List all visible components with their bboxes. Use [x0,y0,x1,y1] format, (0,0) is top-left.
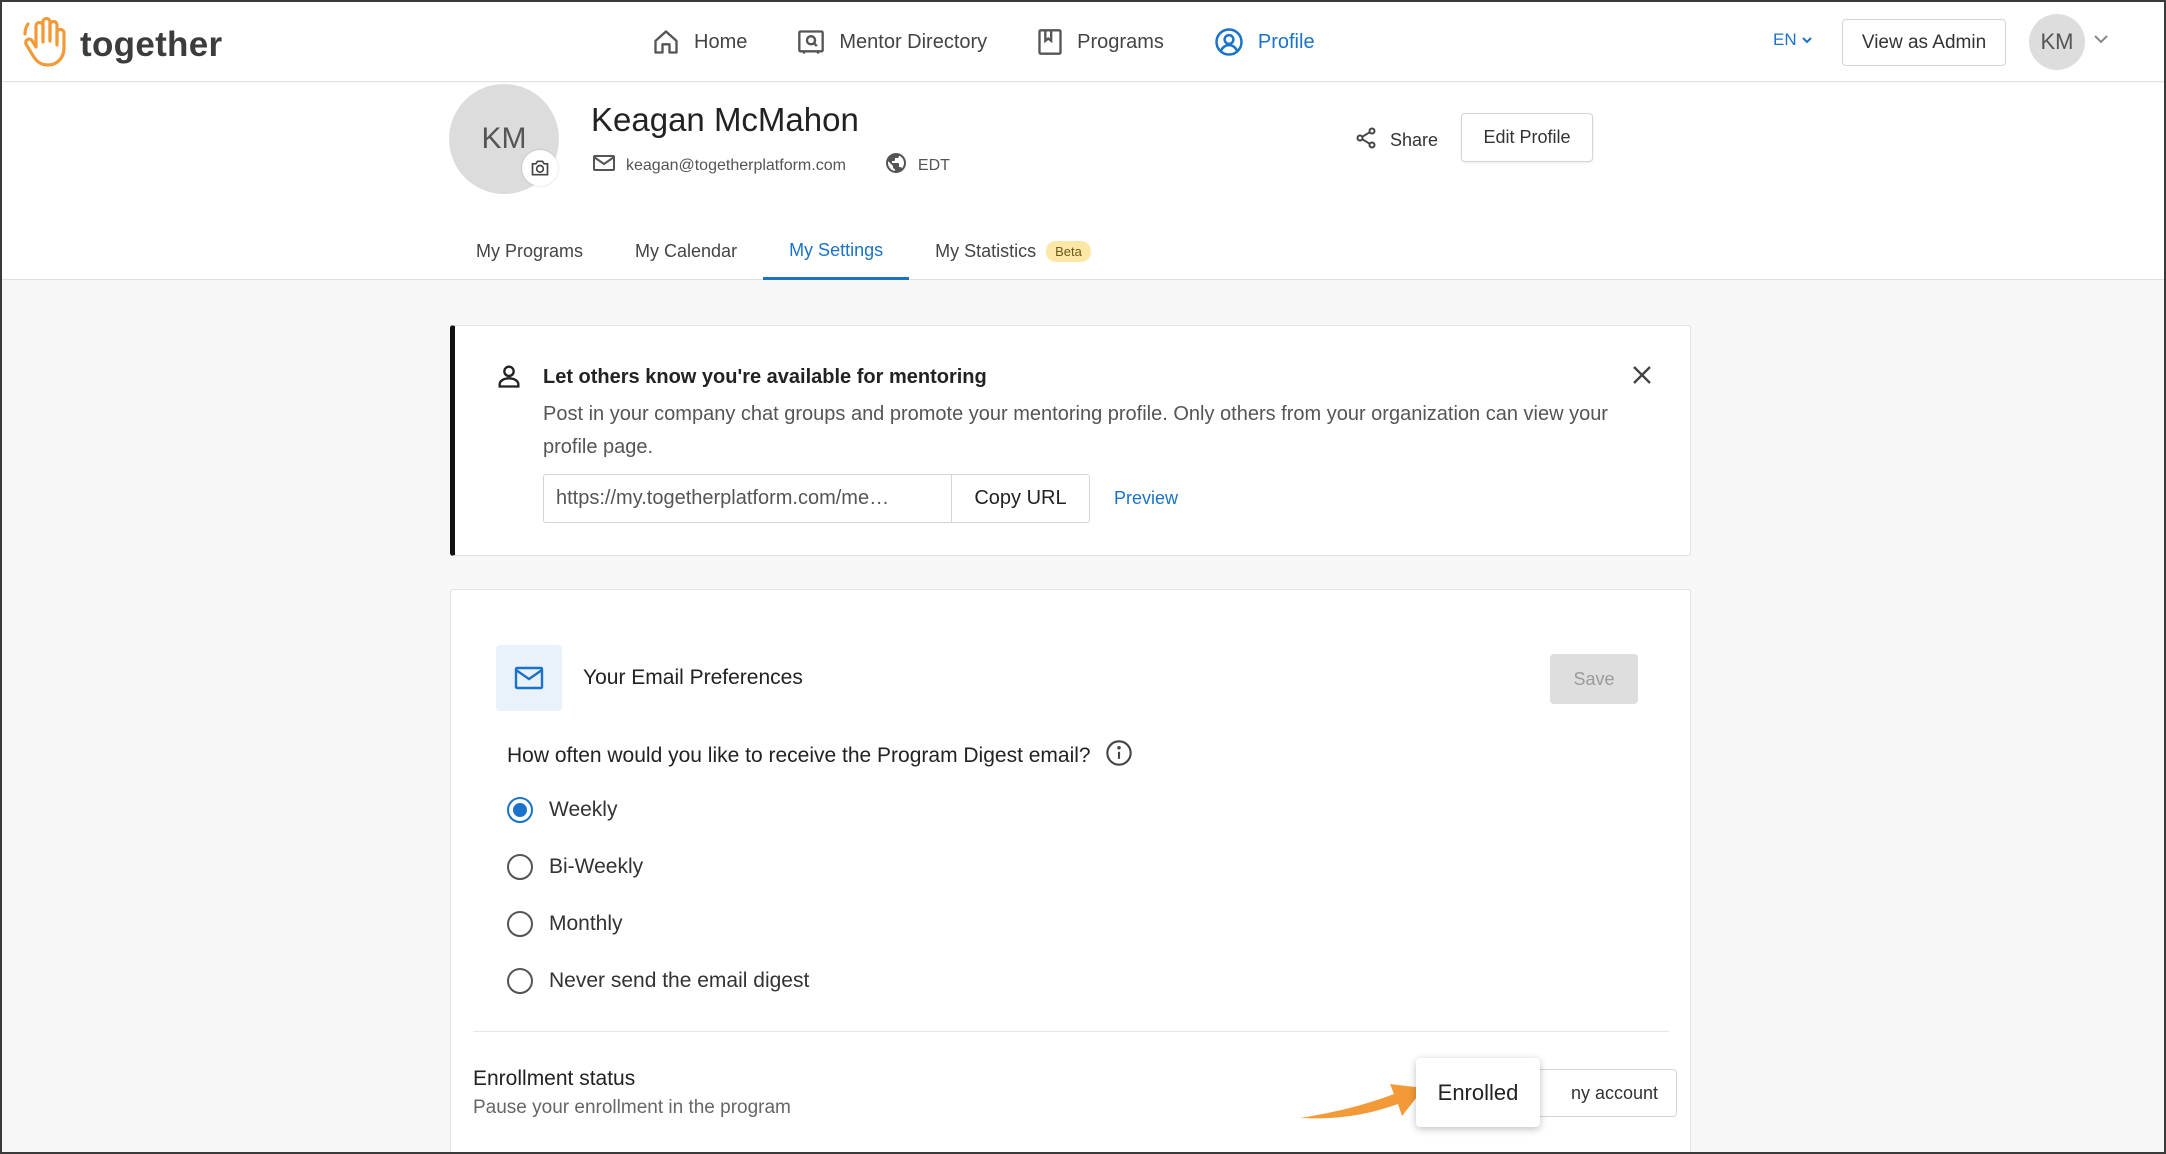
tab-my-statistics-label: My Statistics [935,241,1037,261]
nav-home[interactable]: Home [652,28,747,56]
tab-my-settings[interactable]: My Settings [763,223,910,280]
digest-question: How often would you like to receive the … [507,739,1133,773]
radio-weekly[interactable] [507,796,533,823]
radio-weekly-label: Weekly [549,797,618,821]
tab-my-statistics[interactable]: My Statistics Beta [909,223,1117,280]
profile-url-field[interactable]: https://my.togetherplatform.com/me… [543,474,951,523]
profile-timezone: EDT [917,156,950,174]
chevron-down-icon [1801,30,1813,50]
radio-option-never[interactable]: Never send the email digest [507,952,809,1009]
tab-my-programs[interactable]: My Programs [450,223,609,280]
nav-programs-label: Programs [1077,30,1164,53]
enrolled-tooltip: Enrolled [1416,1058,1540,1127]
email-preferences-title: Your Email Preferences [583,666,803,689]
nav-home-label: Home [694,30,748,53]
nav-mentor-directory-label: Mentor Directory [839,30,988,53]
profile-tabs: My Programs My Calendar My Settings My S… [450,223,1117,280]
radio-never-label: Never send the email digest [549,968,810,992]
radio-monthly[interactable] [507,910,533,937]
email-icon [496,645,562,711]
waving-hand-icon [22,16,68,73]
radio-option-bi-weekly[interactable]: Bi-Weekly [507,838,809,895]
digest-frequency-radio-group: Weekly Bi-Weekly Monthly Never send the … [507,781,809,1009]
globe-icon [884,151,908,180]
radio-bi-weekly[interactable] [507,853,533,880]
main-nav: Home Mentor Directory Programs Profile [652,2,1315,82]
radio-never[interactable] [507,967,533,994]
beta-badge: Beta [1046,241,1091,262]
language-selector[interactable]: EN [1773,30,1813,50]
nav-programs[interactable]: Programs [1037,28,1164,56]
digest-question-text: How often would you like to receive the … [507,744,1091,767]
app-frame: together Home Mentor Directory Programs [0,0,2166,1154]
profile-url-group: https://my.togetherplatform.com/me… Copy… [543,474,1090,523]
profile-header: KM Keagan McMahon keagan@togetherplatfor… [2,83,2164,280]
enrollment-status-subtitle: Pause your enrollment in the program [473,1097,791,1118]
save-button[interactable]: Save [1550,654,1638,704]
nav-mentor-directory[interactable]: Mentor Directory [797,28,987,56]
share-label: Share [1390,130,1439,150]
language-label: EN [1773,30,1797,49]
close-icon[interactable] [1630,363,1654,392]
brand-name: together [80,24,223,64]
mentoring-availability-card: Let others know you're available for men… [450,325,1691,556]
profile-email: keagan@togetherplatform.com [626,156,846,174]
avatar-chevron-down-icon[interactable] [2092,32,2110,50]
home-icon [652,28,680,56]
nav-profile[interactable]: Profile [1214,27,1315,57]
radio-bi-weekly-label: Bi-Weekly [549,854,644,878]
annotation-arrow-icon [1298,1072,1428,1129]
directory-icon [797,28,825,56]
top-navbar: together Home Mentor Directory Programs [2,2,2164,82]
profile-icon [1214,27,1244,57]
preview-link[interactable]: Preview [1114,488,1178,509]
radio-option-monthly[interactable]: Monthly [507,895,809,952]
book-icon [1037,28,1063,56]
mail-icon [592,153,616,178]
section-divider [473,1031,1669,1032]
share-button[interactable]: Share [1354,126,1438,155]
brand-logo[interactable]: together [22,16,222,73]
radio-monthly-label: Monthly [549,911,623,935]
profile-name: Keagan McMahon [591,101,859,138]
mentoring-description: Post in your company chat groups and pro… [543,403,1608,458]
radio-option-weekly[interactable]: Weekly [507,781,809,838]
camera-icon[interactable] [522,150,558,186]
view-as-admin-button[interactable]: View as Admin [1842,19,2006,66]
profile-meta: keagan@togetherplatform.com EDT [592,151,950,180]
nav-profile-label: Profile [1257,30,1315,53]
user-avatar[interactable]: KM [2029,14,2085,70]
share-icon [1354,126,1378,155]
edit-profile-button[interactable]: Edit Profile [1461,113,1593,162]
mentoring-title: Let others know you're available for men… [543,366,987,388]
info-icon[interactable] [1105,739,1133,773]
person-icon [495,362,523,395]
copy-url-button[interactable]: Copy URL [951,474,1090,523]
enrollment-status-title: Enrollment status [473,1067,636,1090]
tab-my-calendar[interactable]: My Calendar [609,223,763,280]
